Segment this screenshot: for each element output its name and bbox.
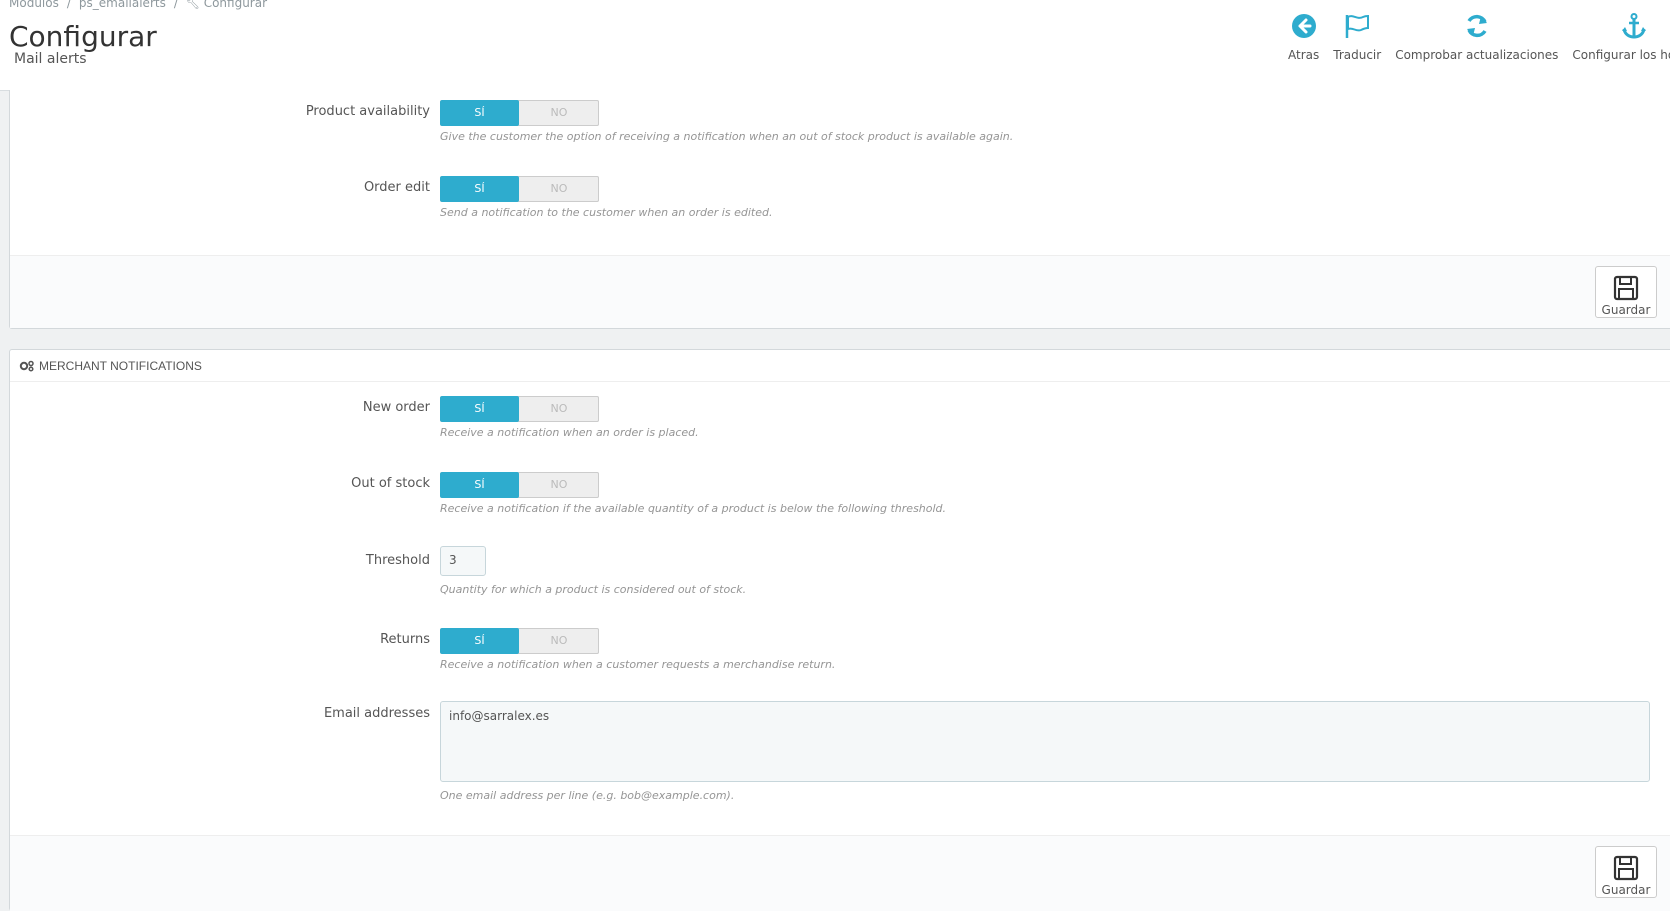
check-updates-label: Comprobar actualizaciones xyxy=(1395,48,1559,62)
merchant-notifications-panel: MERCHANT NOTIFICATIONS New order SÍ NO R… xyxy=(9,349,1670,911)
refresh-icon xyxy=(1466,14,1487,38)
returns-help: Receive a notification when a customer r… xyxy=(440,658,836,671)
cogs-icon xyxy=(19,360,34,372)
out-of-stock-help: Receive a notification if the available … xyxy=(440,502,947,515)
customer-notifications-panel: Product availability SÍ NO Give the cust… xyxy=(9,90,1670,329)
email-addresses-textarea[interactable]: info@sarralex.es xyxy=(440,701,1650,782)
breadcrumb-item-modules[interactable]: Módulos xyxy=(9,0,59,10)
save-label: Guardar xyxy=(1601,303,1651,317)
out-of-stock-label: Out of stock xyxy=(351,476,430,491)
breadcrumb: Módulos / ps_emailalerts / 🔧︎ Configurar xyxy=(9,0,267,10)
email-addresses-label: Email addresses xyxy=(323,706,430,721)
save-label: Guardar xyxy=(1601,883,1651,897)
translate-button[interactable]: Traducir xyxy=(1326,12,1388,72)
back-button[interactable]: Atras xyxy=(1280,12,1326,72)
arrow-left-circle-icon xyxy=(1291,14,1316,38)
order-edit-help: Send a notification to the customer when… xyxy=(440,206,773,219)
threshold-label: Threshold xyxy=(365,553,430,568)
threshold-help: Quantity for which a product is consider… xyxy=(440,583,747,596)
product-availability-switch[interactable]: SÍ NO xyxy=(440,100,599,126)
switch-on-option[interactable]: SÍ xyxy=(440,472,519,498)
panel-heading: MERCHANT NOTIFICATIONS xyxy=(10,350,1670,382)
switch-off-option[interactable]: NO xyxy=(519,628,599,654)
breadcrumb-separator: / xyxy=(173,0,178,10)
page-title: Configurar xyxy=(9,20,157,53)
switch-on-option[interactable]: SÍ xyxy=(440,396,519,422)
check-updates-button[interactable]: Comprobar actualizaciones xyxy=(1388,12,1565,72)
save-icon xyxy=(1613,275,1639,301)
returns-switch[interactable]: SÍ NO xyxy=(440,628,599,654)
order-edit-label: Order edit xyxy=(363,180,430,195)
translate-label: Traducir xyxy=(1333,48,1382,62)
save-button[interactable]: Guardar xyxy=(1595,266,1657,318)
page-header: Módulos / ps_emailalerts / 🔧︎ Configurar Con… xyxy=(0,0,1670,91)
breadcrumb-item-configure: Configurar xyxy=(203,0,268,10)
new-order-label: New order xyxy=(362,400,430,415)
email-addresses-help: One email address per line (e.g. bob@exa… xyxy=(440,789,735,802)
panel-footer: Guardar xyxy=(10,255,1670,328)
wrench-icon: 🔧︎ xyxy=(185,0,200,10)
switch-on-option[interactable]: SÍ xyxy=(440,628,519,654)
switch-off-option[interactable]: NO xyxy=(519,176,599,202)
switch-off-option[interactable]: NO xyxy=(519,100,599,126)
product-availability-label: Product availability xyxy=(305,104,430,119)
hooks-label: Configurar los hooks xyxy=(1572,48,1670,62)
panel-footer: Guardar xyxy=(10,835,1670,911)
save-icon xyxy=(1613,855,1639,881)
order-edit-switch[interactable]: SÍ NO xyxy=(440,176,599,202)
flag-icon xyxy=(1345,14,1370,38)
back-label: Atras xyxy=(1288,48,1320,62)
product-availability-help: Give the customer the option of receivin… xyxy=(440,130,1014,143)
anchor-icon xyxy=(1622,13,1647,39)
returns-label: Returns xyxy=(380,632,430,647)
new-order-switch[interactable]: SÍ NO xyxy=(440,396,599,422)
switch-on-option[interactable]: SÍ xyxy=(440,100,519,126)
breadcrumb-separator: / xyxy=(66,0,71,10)
hooks-button[interactable]: Configurar los hooks xyxy=(1565,12,1670,72)
switch-off-option[interactable]: NO xyxy=(519,472,599,498)
threshold-input[interactable]: 3 xyxy=(440,546,486,576)
page-subtitle: Mail alerts xyxy=(14,51,87,67)
out-of-stock-switch[interactable]: SÍ NO xyxy=(440,472,599,498)
switch-off-option[interactable]: NO xyxy=(519,396,599,422)
save-button[interactable]: Guardar xyxy=(1595,846,1657,898)
switch-on-option[interactable]: SÍ xyxy=(440,176,519,202)
new-order-help: Receive a notification when an order is … xyxy=(440,426,699,439)
panel-title: MERCHANT NOTIFICATIONS xyxy=(39,358,202,373)
toolbar: Atras Traducir Comprobar actualizaciones xyxy=(1280,12,1670,72)
breadcrumb-item-module[interactable]: ps_emailalerts xyxy=(79,0,166,10)
